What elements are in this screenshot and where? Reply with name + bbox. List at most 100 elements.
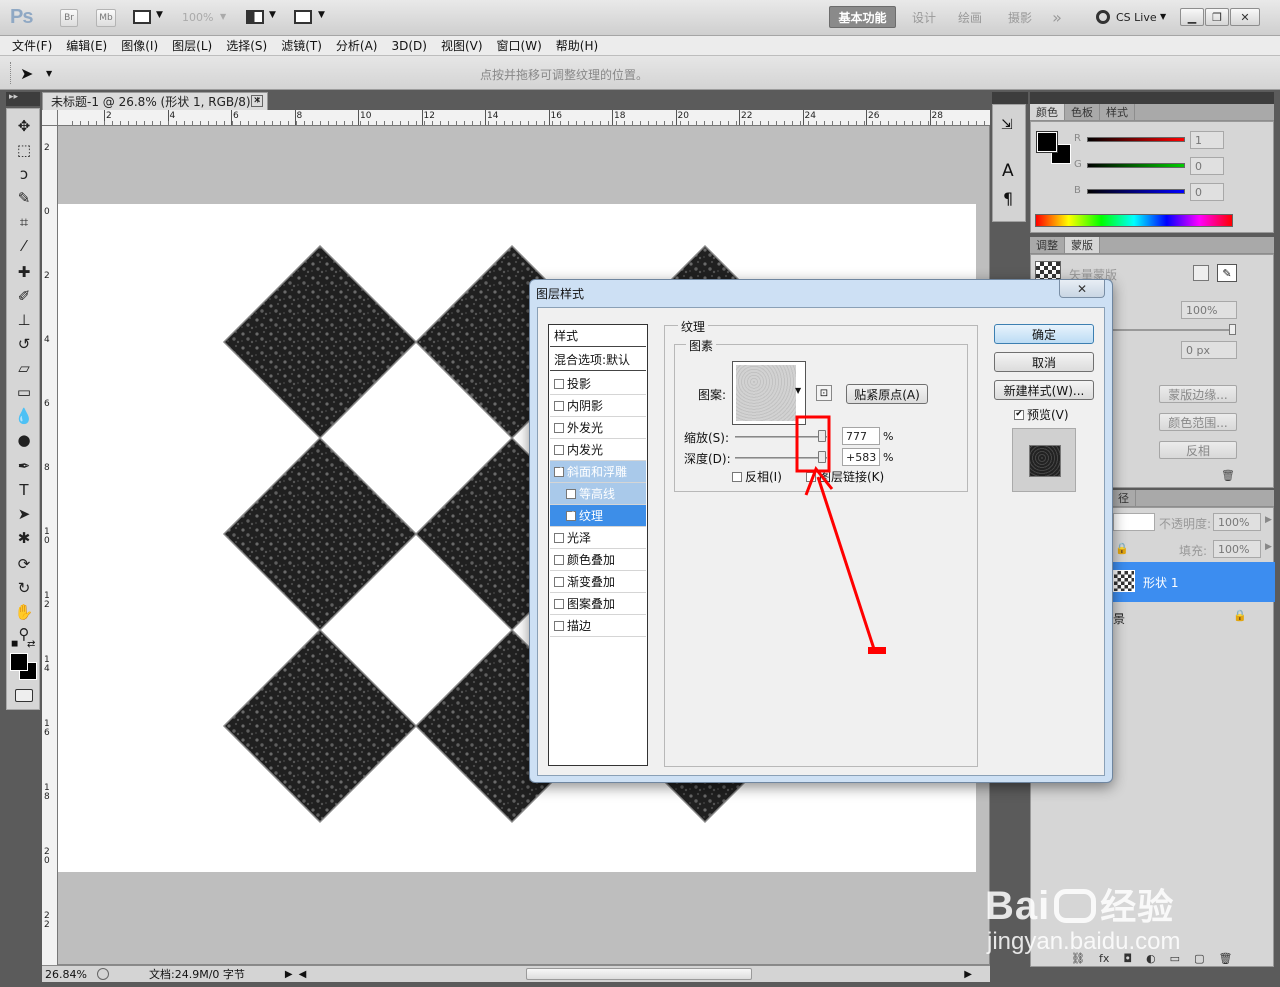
pen-tool-icon[interactable]: ✒ [11, 455, 37, 477]
move-tool-preset-icon[interactable]: ➤ [20, 64, 33, 83]
workspace-photo[interactable]: 摄影 [1002, 6, 1038, 28]
invert-button[interactable]: 反相 [1159, 441, 1237, 459]
style-texture[interactable]: ✔ 纹理 [550, 505, 646, 527]
character-panel-icon[interactable]: A [1002, 161, 1014, 181]
type-tool-icon[interactable]: T [11, 479, 37, 501]
ok-button[interactable]: 确定 [994, 324, 1094, 344]
fill-field[interactable]: 100% [1213, 540, 1261, 558]
checkbox-drop-shadow[interactable] [554, 378, 564, 389]
3d-rotate-tool-icon[interactable]: ⟳ [11, 553, 37, 575]
style-outer-glow[interactable]: 外发光 [550, 417, 646, 439]
quick-mask-icon[interactable] [15, 689, 33, 702]
checkbox-color-overlay[interactable] [554, 554, 564, 565]
clone-stamp-tool-icon[interactable]: ⊥ [11, 309, 37, 331]
paragraph-panel-icon[interactable]: ¶ [1003, 189, 1013, 208]
menu-analysis[interactable]: 分析(A) [336, 37, 378, 54]
style-color-overlay[interactable]: 颜色叠加 [550, 549, 646, 571]
style-satin[interactable]: 光泽 [550, 527, 646, 549]
style-inner-glow[interactable]: 内发光 [550, 439, 646, 461]
minibridge-button[interactable]: Mb [96, 9, 116, 27]
workspace-basic[interactable]: 基本功能 [829, 6, 896, 28]
g-slider[interactable] [1087, 163, 1185, 168]
style-contour[interactable]: 等高线 [550, 483, 646, 505]
close-icon[interactable]: ✕ [1230, 8, 1260, 26]
menu-select[interactable]: 选择(S) [226, 37, 267, 54]
color-range-button[interactable]: 颜色范围... [1159, 413, 1237, 431]
cslive-icon[interactable] [1096, 10, 1110, 24]
view-extras-icon[interactable] [133, 10, 151, 24]
quick-selection-tool-icon[interactable]: ✎ [11, 187, 37, 209]
status-arrow-icon[interactable]: ▶ [285, 969, 293, 980]
cslive-dropdown-icon[interactable]: ▼ [1160, 12, 1166, 21]
new-style-button[interactable]: 新建样式(W)... [994, 380, 1094, 400]
healing-brush-tool-icon[interactable]: ✚ [11, 261, 37, 283]
cancel-button[interactable]: 取消 [994, 352, 1094, 372]
new-layer-icon[interactable]: ▢ [1194, 952, 1204, 968]
cslive-label[interactable]: CS Live [1116, 11, 1157, 24]
menu-filter[interactable]: 滤镜(T) [281, 37, 322, 54]
checkbox-gradient-overlay[interactable] [554, 576, 564, 587]
custom-shape-tool-icon[interactable]: ✱ [11, 527, 37, 549]
menu-edit[interactable]: 编辑(E) [66, 37, 107, 54]
lasso-tool-icon[interactable]: ↄ [11, 163, 37, 185]
eraser-tool-icon[interactable]: ▱ [11, 357, 37, 379]
scroll-right-icon[interactable]: ▶ [964, 969, 972, 980]
scroll-left-icon[interactable]: ◀ [299, 969, 307, 980]
foreground-color-swatch[interactable] [10, 653, 28, 671]
blur-tool-icon[interactable]: 💧 [11, 405, 37, 427]
preview-option[interactable]: ✔ 预览(V) [1014, 406, 1069, 423]
pixel-mask-button[interactable] [1193, 265, 1209, 281]
zoom-dropdown-icon[interactable]: ▼ [220, 12, 226, 21]
zoom-level[interactable]: 100% [182, 11, 213, 24]
menu-window[interactable]: 窗口(W) [497, 37, 542, 54]
restore-icon[interactable]: ❐ [1205, 8, 1229, 26]
tab-color[interactable]: 颜色 [1030, 104, 1065, 120]
delete-layer-icon[interactable]: 🗑 [1218, 952, 1232, 968]
marquee-tool-icon[interactable]: ⬚ [11, 139, 37, 161]
arrange-documents-icon[interactable] [246, 10, 264, 24]
vector-mask-button[interactable]: ✎ [1217, 264, 1237, 282]
3d-orbit-tool-icon[interactable]: ↻ [11, 577, 37, 599]
bridge-button[interactable]: Br [60, 9, 78, 27]
menu-image[interactable]: 图像(I) [121, 37, 158, 54]
g-value[interactable]: 0 [1190, 157, 1224, 175]
checkbox-satin[interactable] [554, 532, 564, 543]
eyedropper-tool-icon[interactable]: ⁄ [11, 235, 37, 257]
density-field[interactable]: 100% [1181, 301, 1237, 319]
hand-tool-icon[interactable]: ✋ [11, 601, 37, 623]
menu-layer[interactable]: 图层(L) [172, 37, 212, 54]
lock-icon[interactable]: 🔒 [1115, 542, 1129, 555]
checkbox-inner-shadow[interactable] [554, 400, 564, 411]
tab-styles[interactable]: 样式 [1100, 104, 1135, 120]
opacity-dropdown-icon[interactable]: ▶ [1265, 515, 1272, 525]
status-options-icon[interactable] [97, 968, 109, 980]
menu-help[interactable]: 帮助(H) [556, 37, 598, 54]
style-inner-shadow[interactable]: 内阴影 [550, 395, 646, 417]
preset-dropdown-icon[interactable]: ▼ [46, 69, 52, 78]
dodge-tool-icon[interactable]: ● [11, 429, 37, 451]
preview-checkbox[interactable]: ✔ [1014, 409, 1024, 420]
blend-mode-select[interactable] [1113, 513, 1155, 531]
style-bevel-emboss[interactable]: ✔ 斜面和浮雕 [550, 461, 646, 483]
menu-3d[interactable]: 3D(D) [391, 39, 426, 53]
chevron-down-icon[interactable]: ▼ [156, 10, 163, 20]
checkbox-pattern-overlay[interactable] [554, 598, 564, 609]
move-tool-icon[interactable]: ✥ [11, 115, 37, 137]
crop-tool-icon[interactable]: ⌗ [11, 211, 37, 233]
opacity-field[interactable]: 100% [1213, 513, 1261, 531]
tab-paths[interactable]: 径 [1112, 490, 1136, 506]
ruler-origin[interactable] [42, 110, 58, 126]
style-drop-shadow[interactable]: 投影 [550, 373, 646, 395]
mask-edge-button[interactable]: 蒙版边缘... [1159, 385, 1237, 403]
checkbox-texture[interactable]: ✔ [566, 510, 576, 521]
menu-file[interactable]: 文件(F) [12, 37, 52, 54]
checkbox-contour[interactable] [566, 488, 576, 499]
invert-option[interactable]: 反相(I) [732, 468, 782, 485]
style-gradient-overlay[interactable]: 渐变叠加 [550, 571, 646, 593]
checkbox-inner-glow[interactable] [554, 444, 564, 455]
brush-tool-icon[interactable]: ✐ [11, 285, 37, 307]
screen-mode-dropdown-icon[interactable]: ▼ [318, 10, 325, 20]
gradient-tool-icon[interactable]: ▭ [11, 381, 37, 403]
checkbox-bevel-emboss[interactable]: ✔ [554, 466, 564, 477]
new-preset-icon[interactable]: ⊡ [816, 385, 832, 401]
